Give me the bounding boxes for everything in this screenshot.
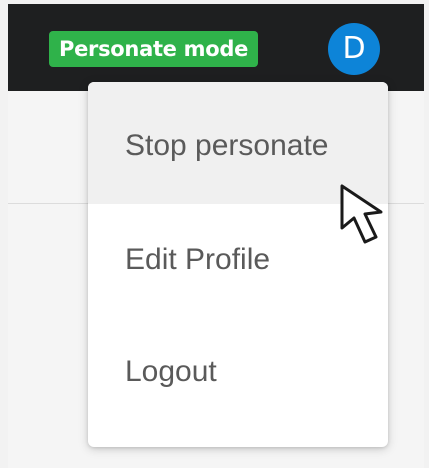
user-dropdown-menu: Stop personate Edit Profile Logout <box>88 82 388 447</box>
app-frame: Personate mode D Stop personate Edit Pro… <box>0 0 429 468</box>
user-avatar-button[interactable]: D <box>328 23 380 75</box>
personate-mode-badge: Personate mode <box>49 31 259 67</box>
menu-item-logout[interactable]: Logout <box>88 316 388 428</box>
top-bar: Personate mode D <box>8 4 424 91</box>
mouse-pointer-icon <box>340 184 383 244</box>
